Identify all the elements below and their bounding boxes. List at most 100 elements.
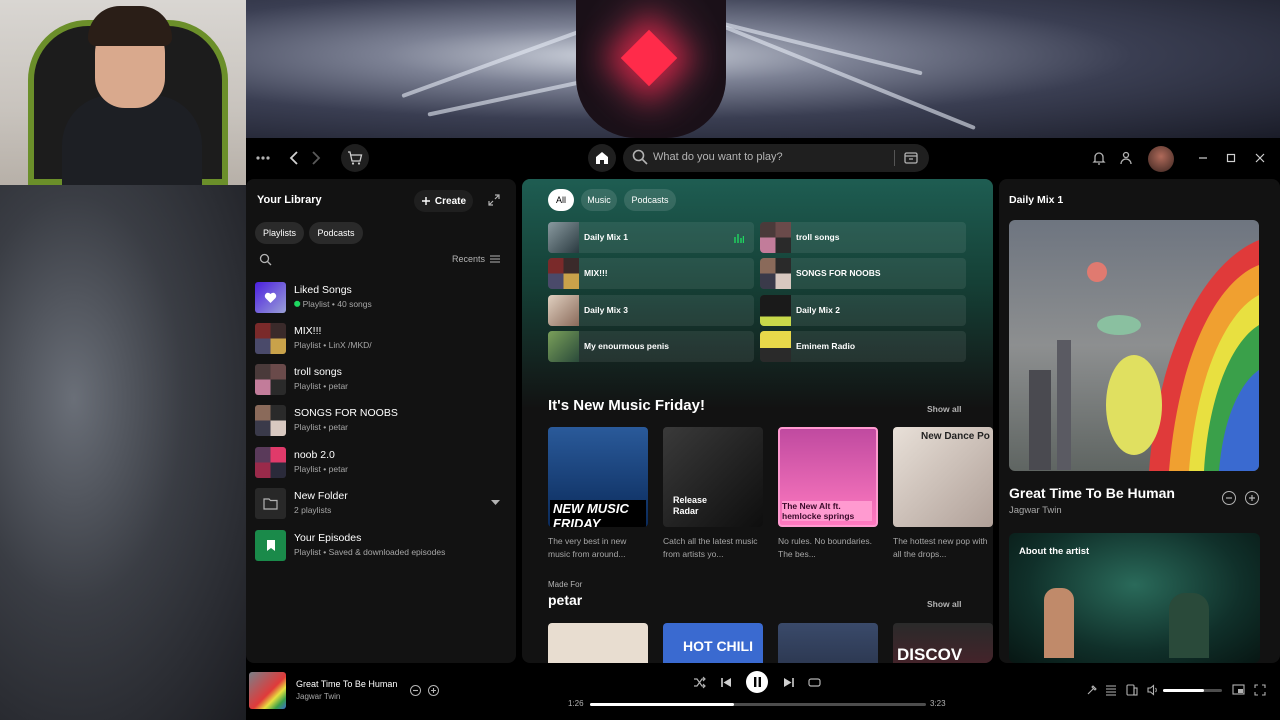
quick-card-troll-songs[interactable]: troll songs	[760, 222, 966, 253]
album-card-new-music-friday[interactable]: NEW MUSIC FRIDAY The very best in new mu…	[548, 427, 648, 560]
library-item-liked-songs[interactable]: Liked Songs ⯃ Playlist • 40 songs	[255, 280, 510, 318]
quick-card-daily-mix-2[interactable]: Daily Mix 2	[760, 295, 966, 326]
sort-label: Recents	[452, 254, 486, 264]
library-item-mix[interactable]: MIX!!! Playlist • LinX /MKD/	[255, 321, 510, 359]
search-bar[interactable]: What do you want to play?	[623, 144, 929, 172]
library-title[interactable]: Your Library	[257, 194, 322, 206]
quick-card-label: Daily Mix 3	[584, 305, 628, 315]
friend-activity-icon[interactable]	[1118, 148, 1134, 168]
library-item-new-folder[interactable]: New Folder 2 playlists	[255, 486, 510, 524]
album-cover: NEW MUSIC FRIDAY	[548, 427, 648, 527]
repeat-icon[interactable]	[808, 676, 821, 689]
quick-card-art	[548, 331, 579, 362]
queue-icon[interactable]	[1105, 684, 1117, 696]
album-cover	[548, 623, 648, 663]
show-all-link[interactable]: Show all	[927, 599, 961, 609]
sort-recents-button[interactable]: Recents	[452, 254, 501, 264]
now-playing-artist[interactable]: Jagwar Twin	[1009, 505, 1062, 516]
library-item-troll-songs[interactable]: troll songs Playlist • petar	[255, 362, 510, 400]
maximize-icon[interactable]	[1224, 148, 1238, 168]
avatar[interactable]	[1148, 146, 1174, 172]
filter-all[interactable]: All	[548, 189, 574, 211]
quick-card-daily-mix-3[interactable]: Daily Mix 3	[548, 295, 754, 326]
chevron-down-icon[interactable]	[491, 499, 500, 506]
section-petar-title[interactable]: petar	[548, 592, 582, 608]
search-input[interactable]: What do you want to play?	[653, 151, 783, 163]
album-description: Catch all the latest music from artists …	[663, 536, 758, 559]
more-options-icon[interactable]	[254, 148, 272, 168]
album-card-the-new-alt[interactable]: The New Alt ft. hemlocke springs No rule…	[778, 427, 878, 560]
player-cover[interactable]	[249, 672, 286, 709]
home-button[interactable]	[588, 144, 616, 172]
library-item-noob-2[interactable]: noob 2.0 Playlist • petar	[255, 445, 510, 483]
now-playing-icon	[734, 234, 744, 243]
filter-music[interactable]: Music	[581, 189, 617, 211]
pinned-icon: ⯃	[294, 300, 303, 309]
mix-card-4[interactable]: DISCOV	[893, 623, 993, 663]
quick-card-daily-mix-1[interactable]: Daily Mix 1	[548, 222, 754, 253]
quick-card-label: Daily Mix 1	[584, 232, 628, 242]
back-arrow-icon[interactable]	[288, 148, 302, 168]
episodes-art	[255, 530, 286, 561]
mix-card-1[interactable]	[548, 623, 648, 663]
now-playing-title[interactable]: Great Time To Be Human	[1009, 485, 1175, 501]
mic-icon[interactable]	[1086, 684, 1098, 696]
shuffle-icon[interactable]	[693, 676, 706, 689]
filter-podcasts[interactable]: Podcasts	[309, 222, 363, 244]
previous-icon[interactable]	[720, 676, 733, 689]
forward-arrow-icon[interactable]	[308, 148, 322, 168]
show-all-link[interactable]: Show all	[927, 404, 961, 414]
section-kicker: Made For	[548, 580, 583, 589]
volume-slider[interactable]	[1163, 689, 1222, 692]
fullscreen-icon[interactable]	[1254, 684, 1266, 696]
filter-music-label: Music	[587, 195, 611, 205]
minimize-icon[interactable]	[1196, 148, 1210, 168]
library-search-icon[interactable]	[259, 253, 272, 266]
volume-icon[interactable]	[1147, 684, 1159, 696]
progress-bar[interactable]	[590, 703, 926, 706]
connect-device-icon[interactable]	[1126, 684, 1138, 696]
filter-podcasts-main[interactable]: Podcasts	[624, 189, 676, 211]
bell-icon[interactable]	[1091, 148, 1107, 168]
liked-songs-art	[255, 282, 286, 313]
filter-playlists[interactable]: Playlists	[255, 222, 304, 244]
quick-card-art	[760, 331, 791, 362]
player-song-title[interactable]: Great Time To Be Human	[296, 679, 397, 689]
mix-card-3[interactable]	[778, 623, 878, 663]
cover-text: DISCOV	[897, 645, 963, 663]
now-playing-context-title[interactable]: Daily Mix 1	[1009, 194, 1063, 206]
quick-card-my-enourmous-penis[interactable]: My enourmous penis	[548, 331, 754, 362]
library-item-sub: Playlist • Saved & downloaded episodes	[294, 547, 446, 557]
remove-icon[interactable]	[1222, 491, 1236, 505]
player-remove-icon[interactable]	[410, 685, 421, 696]
browse-icon[interactable]	[903, 150, 919, 166]
elapsed-time: 1:26	[568, 699, 584, 708]
album-card-release-radar[interactable]: Release Radar Catch all the latest music…	[663, 427, 763, 560]
mini-player-icon[interactable]	[1232, 684, 1245, 696]
player-artist[interactable]: Jagwar Twin	[296, 692, 340, 701]
search-icon	[632, 149, 648, 165]
expand-library-icon[interactable]	[488, 194, 500, 206]
playlist-art	[255, 447, 286, 478]
create-button[interactable]: Create	[414, 190, 473, 212]
heart-icon	[264, 292, 277, 303]
next-icon[interactable]	[782, 676, 795, 689]
total-time: 3:23	[930, 699, 946, 708]
quick-card-mix[interactable]: MIX!!!	[548, 258, 754, 289]
quick-card-eminem-radio[interactable]: Eminem Radio	[760, 331, 966, 362]
album-cover: HOT CHILI	[663, 623, 763, 663]
section-new-music-friday-title[interactable]: It's New Music Friday!	[548, 397, 705, 414]
cover-text: The New Alt ft. hemlocke springs	[782, 501, 872, 521]
library-item-your-episodes[interactable]: Your Episodes Playlist • Saved & downloa…	[255, 528, 510, 566]
pause-button[interactable]	[746, 671, 768, 693]
album-card-new-dance-pop[interactable]: New Dance Po The hottest new pop with al…	[893, 427, 993, 560]
quick-card-label: My enourmous penis	[584, 341, 670, 351]
quick-card-songs-for-noobs[interactable]: SONGS FOR NOOBS	[760, 258, 966, 289]
mix-card-2[interactable]: HOT CHILI	[663, 623, 763, 663]
about-the-artist-card[interactable]: About the artist	[1009, 533, 1260, 663]
player-add-icon[interactable]	[428, 685, 439, 696]
cart-icon[interactable]	[341, 144, 369, 172]
close-icon[interactable]	[1253, 148, 1267, 168]
library-item-songs-for-noobs[interactable]: SONGS FOR NOOBS Playlist • petar	[255, 403, 510, 441]
add-icon[interactable]	[1245, 491, 1259, 505]
